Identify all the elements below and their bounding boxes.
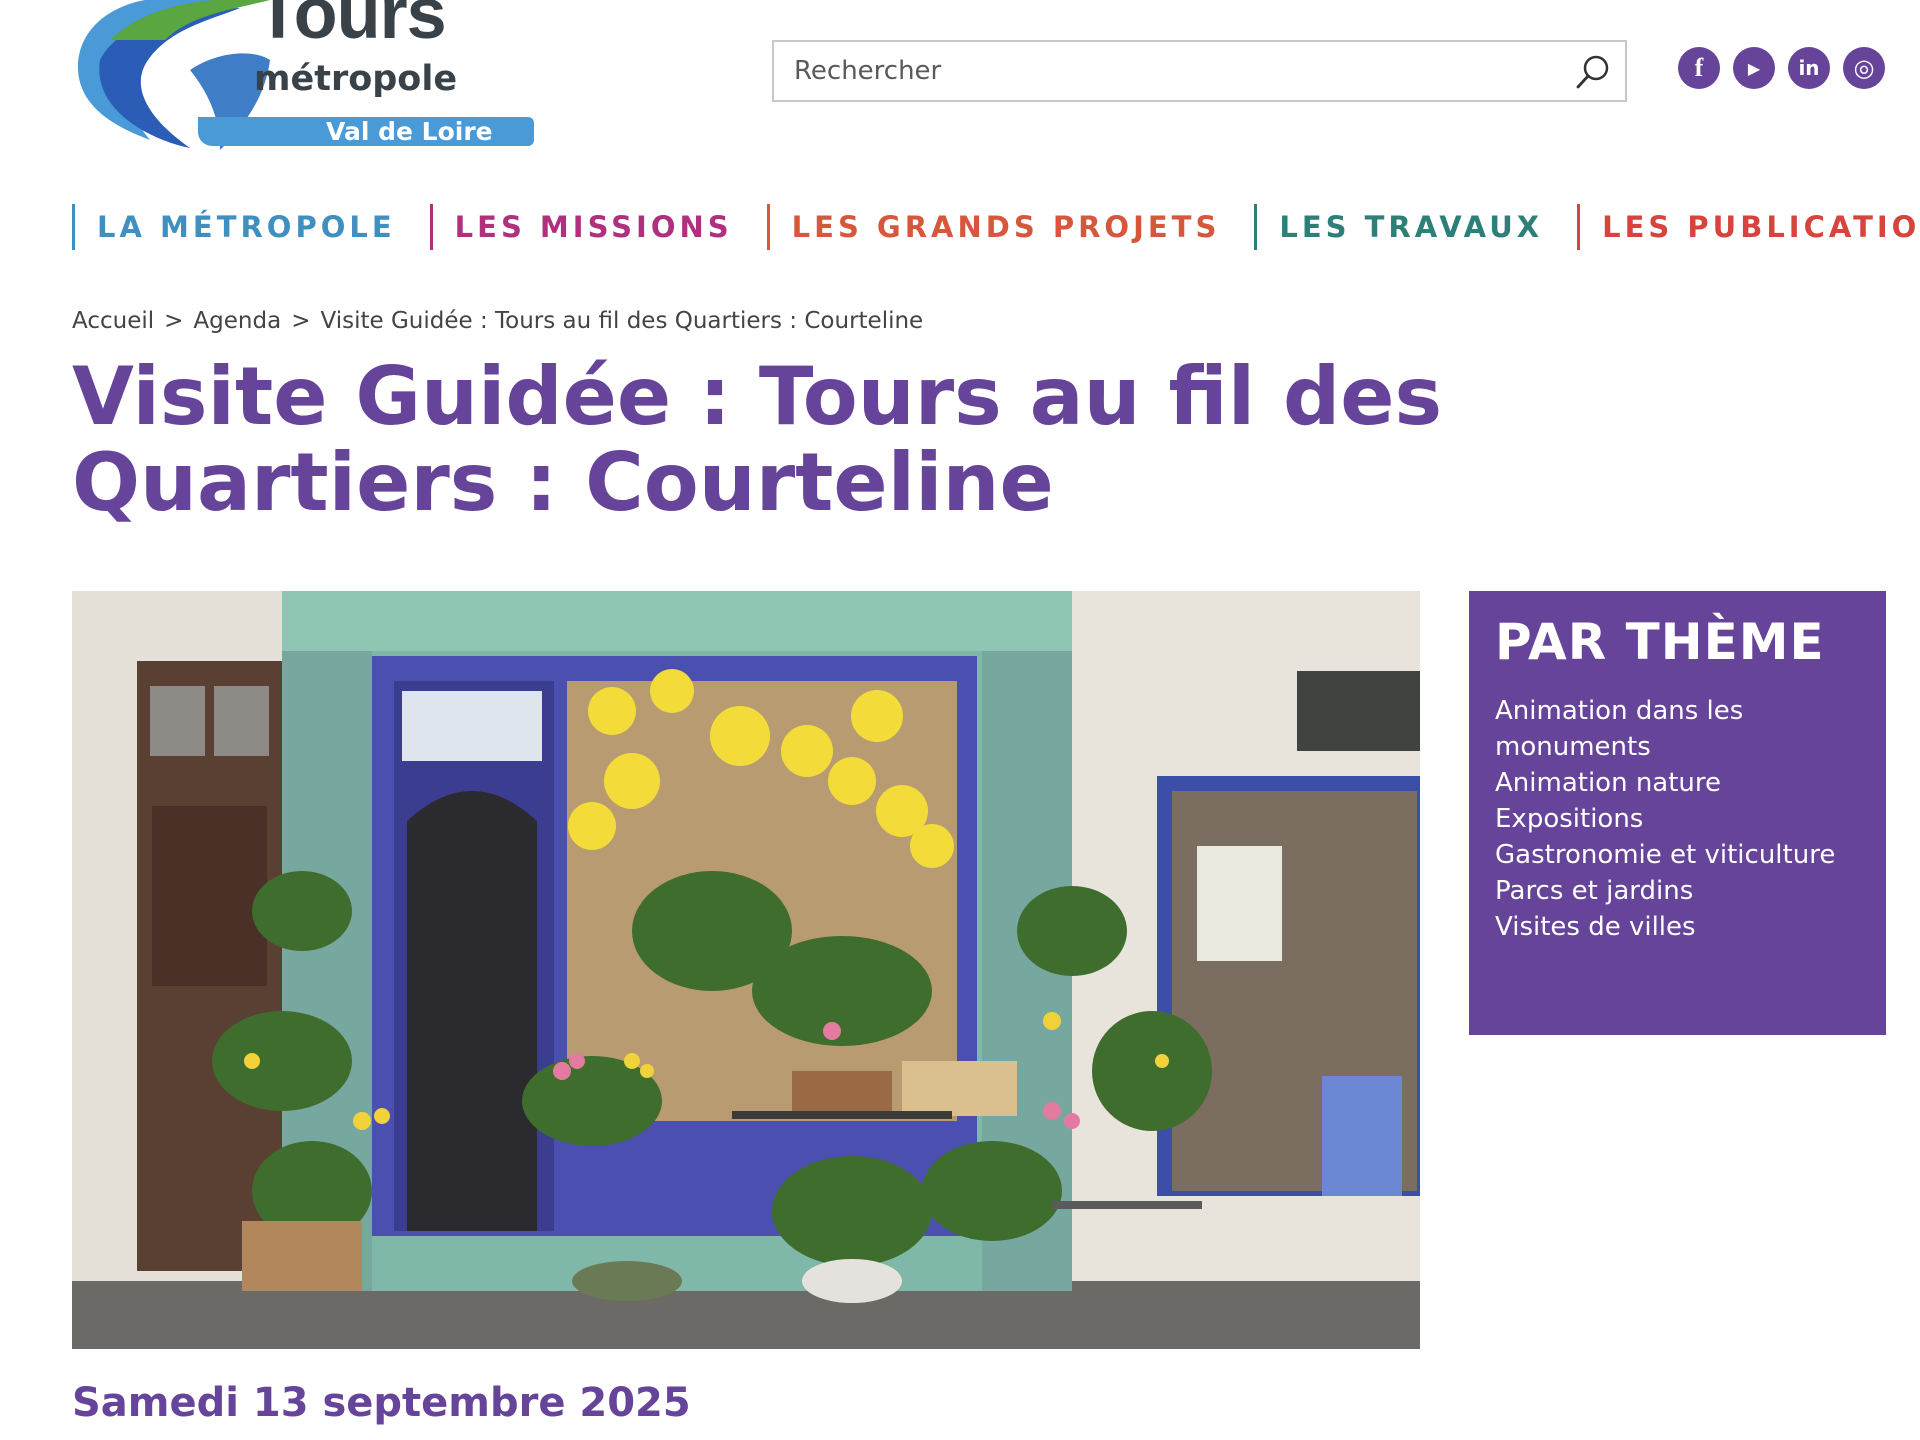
theme-panel: PAR THÈME Animation dans les monuments A… [1469, 591, 1886, 1035]
page: Tours métropole Val de Loire f ▶ in ◎ La… [0, 0, 1920, 1440]
nav-item-grands-projets[interactable]: Les grands projets [766, 204, 1255, 250]
linkedin-icon[interactable]: in [1788, 47, 1830, 89]
youtube-icon[interactable]: ▶ [1733, 47, 1775, 89]
breadcrumb-separator: > [164, 308, 184, 334]
page-title: Visite Guidée : Tours au fil des Quartie… [72, 350, 1443, 529]
search-input[interactable] [774, 42, 1554, 100]
nav-item-travaux[interactable]: Les travaux [1254, 204, 1577, 250]
theme-link[interactable]: Animation dans les monuments [1495, 693, 1860, 765]
list-item: Gastronomie et viticulture [1495, 837, 1860, 873]
search-box [772, 40, 1627, 102]
list-item: Animation dans les monuments [1495, 693, 1860, 765]
social-links: f ▶ in ◎ [1678, 47, 1885, 89]
breadcrumb: Accueil > Agenda > Visite Guidée : Tours… [72, 308, 923, 334]
search-icon[interactable] [1573, 52, 1613, 92]
event-date: Samedi 13 septembre 2025 [72, 1380, 691, 1426]
nav-item-metropole[interactable]: La métropole [72, 204, 430, 250]
theme-panel-title: PAR THÈME [1495, 613, 1825, 671]
list-item: Visites de villes [1495, 909, 1860, 945]
breadcrumb-home[interactable]: Accueil [72, 308, 154, 334]
theme-link[interactable]: Parcs et jardins [1495, 873, 1860, 909]
main-nav: La métropole Les missions Les grands pro… [72, 204, 1920, 250]
nav-item-missions[interactable]: Les missions [429, 204, 767, 250]
breadcrumb-separator: > [291, 308, 311, 334]
list-item: Animation nature [1495, 765, 1860, 801]
instagram-icon[interactable]: ◎ [1843, 47, 1885, 89]
breadcrumb-current: Visite Guidée : Tours au fil des Quartie… [320, 308, 924, 334]
theme-list: Animation dans les monuments Animation n… [1495, 693, 1860, 945]
logo-subtitle: métropole [254, 59, 458, 99]
theme-link[interactable]: Visites de villes [1495, 909, 1860, 945]
breadcrumb-agenda[interactable]: Agenda [193, 308, 281, 334]
theme-link[interactable]: Gastronomie et viticulture [1495, 837, 1860, 873]
list-item: Expositions [1495, 801, 1860, 837]
event-photo [72, 591, 1420, 1349]
facebook-icon[interactable]: f [1678, 47, 1720, 89]
nav-item-publications[interactable]: Les publications [1577, 204, 1920, 250]
theme-link[interactable]: Expositions [1495, 801, 1860, 837]
site-logo[interactable]: Tours métropole Val de Loire [70, 0, 534, 155]
list-item: Parcs et jardins [1495, 873, 1860, 909]
logo-region: Val de Loire [198, 117, 534, 146]
theme-link[interactable]: Animation nature [1495, 765, 1860, 801]
logo-title: Tours [256, 0, 447, 54]
